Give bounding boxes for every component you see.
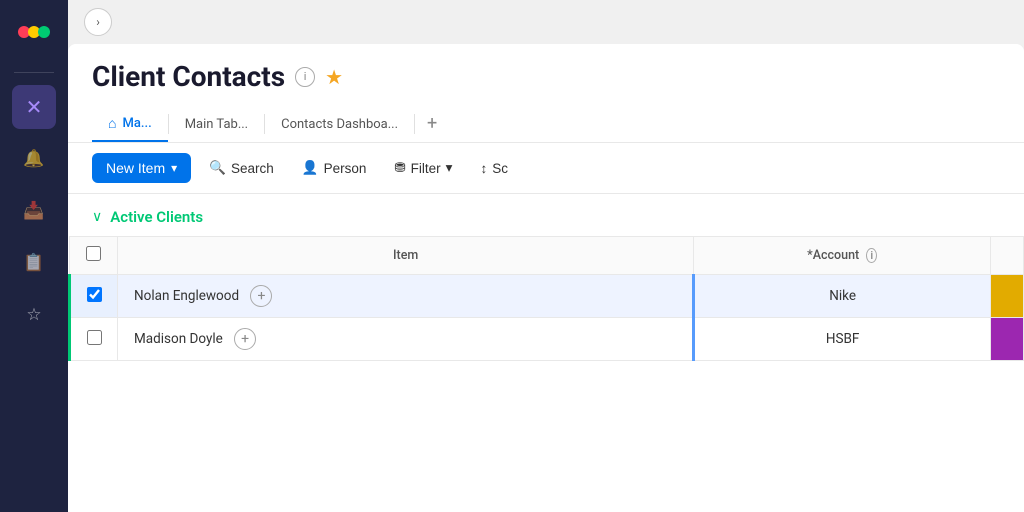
sidebar-item-favorites[interactable]: ☆ xyxy=(12,293,56,337)
row2-checkbox-cell xyxy=(70,318,118,361)
th-checkbox xyxy=(70,237,118,275)
table-row: Nolan Englewood + Nike xyxy=(70,275,1024,318)
tab-main-table-label: Main Tab... xyxy=(185,117,248,132)
tabs-row: ⌂ Ma... Main Tab... Contacts Dashboa... … xyxy=(92,105,1000,142)
row2-checkbox[interactable] xyxy=(87,330,102,345)
select-all-checkbox[interactable] xyxy=(86,246,101,261)
sort-label: Sc xyxy=(492,161,508,176)
inbox-icon: 📥 xyxy=(23,201,44,221)
row1-account: Nike xyxy=(829,288,856,304)
favorite-star-icon[interactable]: ★ xyxy=(325,65,343,89)
person-label: Person xyxy=(324,161,367,176)
star-nav-icon: ☆ xyxy=(26,305,41,325)
tab-main-table[interactable]: Main Tab... xyxy=(169,109,264,142)
new-item-button[interactable]: New Item ▾ xyxy=(92,153,191,183)
table-row: Madison Doyle + HSBF xyxy=(70,318,1024,361)
tab-contacts-dashboard-label: Contacts Dashboa... xyxy=(281,117,398,132)
row1-checkbox-cell xyxy=(70,275,118,318)
info-symbol: i xyxy=(304,70,307,83)
nav-strip: › xyxy=(68,0,1024,44)
person-icon: 👤 xyxy=(302,160,319,176)
toolbar: New Item ▾ 🔍 Search 👤 Person ⛃ Filter ▾ … xyxy=(68,143,1024,194)
tab-main[interactable]: ⌂ Ma... xyxy=(92,107,168,142)
content-card: Client Contacts i ★ ⌂ Ma... Main Tab... xyxy=(68,44,1024,512)
person-filter-button[interactable]: 👤 Person xyxy=(292,154,377,182)
sidebar-item-notifications[interactable]: 🔔 xyxy=(12,137,56,181)
sidebar-item-inbox[interactable]: 📥 xyxy=(12,189,56,233)
row1-color-tag xyxy=(991,275,1024,318)
info-icon[interactable]: i xyxy=(295,67,315,87)
app-logo[interactable] xyxy=(14,12,54,52)
page-title-row: Client Contacts i ★ xyxy=(92,60,1000,93)
section-title: Active Clients xyxy=(110,208,203,226)
sidebar-item-apps[interactable]: ✕ xyxy=(12,85,56,129)
apps-icon: ✕ xyxy=(26,95,43,119)
sidebar-divider-top xyxy=(14,72,54,73)
filter-button[interactable]: ⛃ Filter ▾ xyxy=(384,154,462,182)
th-color xyxy=(991,237,1024,275)
row1-name: Nolan Englewood xyxy=(134,288,239,304)
sidebar-item-tasks[interactable]: 📋 xyxy=(12,241,56,285)
row1-item-cell[interactable]: Nolan Englewood + xyxy=(118,275,694,318)
section-header: ∨ Active Clients xyxy=(68,194,1024,236)
new-item-chevron-icon: ▾ xyxy=(171,161,177,175)
back-button[interactable]: › xyxy=(84,8,112,36)
content-wrapper: › Client Contacts i ★ ⌂ Ma... Main xyxy=(68,0,1024,512)
table-container: Item *Account i xyxy=(68,236,1024,361)
page-title: Client Contacts xyxy=(92,60,285,93)
new-item-label: New Item xyxy=(106,160,165,176)
sidebar: ✕ 🔔 📥 📋 ☆ xyxy=(0,0,68,512)
section-collapse-icon[interactable]: ∨ xyxy=(92,209,102,225)
row2-account: HSBF xyxy=(826,331,860,347)
th-item-label: Item xyxy=(393,248,418,263)
th-account-label: *Account xyxy=(807,248,859,263)
filter-chevron-icon: ▾ xyxy=(446,160,453,176)
bell-icon: 🔔 xyxy=(23,149,44,169)
row2-account-cell[interactable]: HSBF xyxy=(694,318,991,361)
home-icon: ⌂ xyxy=(108,115,116,132)
search-label: Search xyxy=(231,161,274,176)
th-account-info-icon[interactable]: i xyxy=(866,248,877,263)
table-header-row: Item *Account i xyxy=(70,237,1024,275)
page-header: Client Contacts i ★ ⌂ Ma... Main Tab... xyxy=(68,44,1024,143)
th-account: *Account i xyxy=(694,237,991,275)
sort-icon: ↕ xyxy=(480,161,487,176)
row2-item-cell[interactable]: Madison Doyle + xyxy=(118,318,694,361)
sort-button[interactable]: ↕ Sc xyxy=(470,155,518,182)
row1-checkbox[interactable] xyxy=(87,287,102,302)
tab-contacts-dashboard[interactable]: Contacts Dashboa... xyxy=(265,109,414,142)
row2-color-tag xyxy=(991,318,1024,361)
row1-add-icon[interactable]: + xyxy=(250,285,272,307)
row2-name: Madison Doyle xyxy=(134,331,223,347)
tab-main-label: Ma... xyxy=(122,116,151,131)
filter-label: Filter xyxy=(411,161,441,176)
tasks-icon: 📋 xyxy=(23,253,44,273)
row1-account-cell[interactable]: Nike xyxy=(694,275,991,318)
row2-add-icon[interactable]: + xyxy=(234,328,256,350)
filter-icon: ⛃ xyxy=(394,160,405,176)
search-button[interactable]: 🔍 Search xyxy=(199,154,284,182)
table-area: ∨ Active Clients Item xyxy=(68,194,1024,512)
add-tab-button[interactable]: + xyxy=(415,105,449,142)
search-icon: 🔍 xyxy=(209,160,226,176)
th-item: Item xyxy=(118,237,694,275)
chevron-right-icon: › xyxy=(96,15,100,29)
data-table: Item *Account i xyxy=(68,236,1024,361)
